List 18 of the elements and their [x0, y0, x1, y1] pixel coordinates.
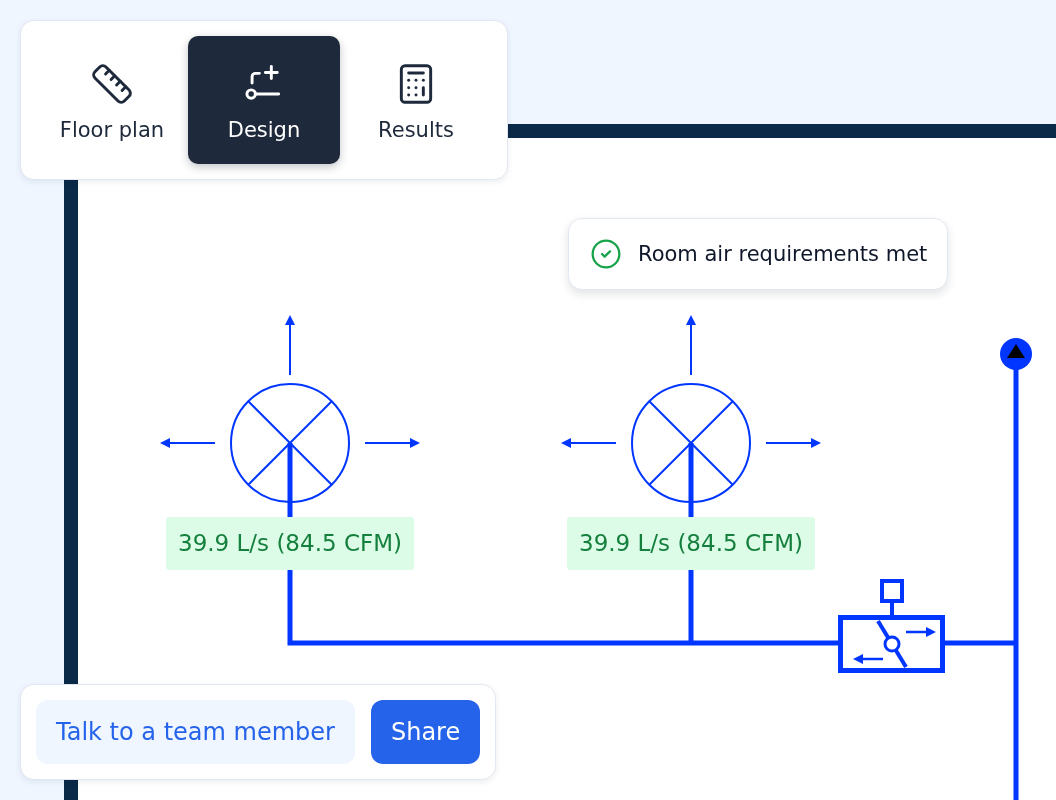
- status-text: Room air requirements met: [638, 242, 928, 266]
- check-circle-icon: [590, 238, 622, 270]
- riser-marker-icon: [1000, 338, 1032, 370]
- mode-tab[interactable]: Floor plan: [36, 36, 188, 164]
- ruler-icon: [90, 62, 134, 106]
- airflow-arrow: [364, 438, 420, 448]
- contact-button[interactable]: Talk to a team member: [36, 700, 355, 764]
- airflow-arrow: [561, 438, 617, 448]
- mode-tab[interactable]: Results: [340, 36, 492, 164]
- airflow-label: 39.9 L/s (84.5 CFM): [567, 517, 815, 570]
- airflow-arrow: [285, 315, 295, 376]
- airflow-arrow: [686, 315, 696, 376]
- share-button[interactable]: Share: [370, 700, 481, 764]
- airflow-arrow: [765, 438, 821, 448]
- duct-line: [945, 640, 1016, 646]
- mode-tab[interactable]: Design: [188, 36, 340, 164]
- airflow-label: 39.9 L/s (84.5 CFM): [166, 517, 414, 570]
- airflow-arrow: [160, 438, 216, 448]
